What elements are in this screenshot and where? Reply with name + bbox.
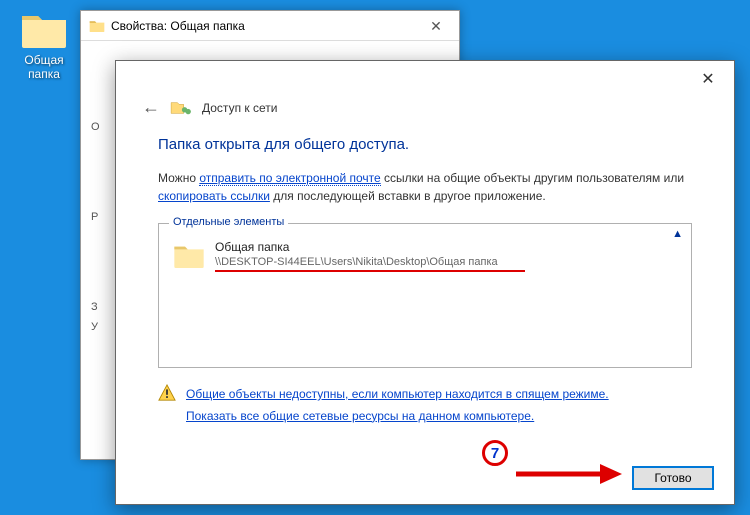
body-text-suffix: для последующей вставки в другое приложе… [270, 189, 546, 203]
warning-icon [158, 384, 176, 402]
items-groupbox: Отдельные элементы ▲ Общая папка \\DESKT… [158, 223, 692, 368]
desktop-folder-icon[interactable]: Общая папка [10, 10, 78, 82]
share-header-title: Доступ к сети [202, 101, 277, 115]
folder-icon [20, 10, 68, 50]
shared-folder-icon [170, 99, 192, 117]
folder-icon [89, 19, 105, 33]
show-all-shares-link[interactable]: Показать все общие сетевые ресурсы на да… [186, 406, 609, 428]
email-link[interactable]: отправить по электронной почте [199, 171, 380, 186]
copy-link[interactable]: скопировать ссылки [158, 189, 270, 203]
properties-close-button[interactable]: ✕ [421, 14, 451, 38]
props-hint-4: У [91, 321, 98, 333]
shared-folder-name: Общая папка [215, 240, 525, 254]
annotation-underline [215, 270, 525, 272]
folder-icon [173, 242, 205, 270]
collapse-toggle-icon[interactable]: ▲ [672, 228, 683, 240]
body-text-mid: ссылки на общие объекты другим пользоват… [381, 171, 684, 185]
done-button[interactable]: Готово [632, 466, 714, 490]
annotation-step-marker: 7 [482, 440, 508, 466]
desktop-folder-label: Общая папка [10, 53, 78, 82]
close-button[interactable]: ✕ [692, 67, 724, 91]
body-text: Можно отправить по электронной почте ссы… [158, 169, 692, 205]
properties-title-text: Свойства: Общая папка [111, 19, 245, 33]
body-text-prefix: Можно [158, 171, 199, 185]
props-hint-3: З [91, 301, 98, 313]
back-arrow-icon[interactable]: ← [142, 97, 160, 118]
shared-folder-entry[interactable]: Общая папка \\DESKTOP-SI44EEL\Users\Niki… [159, 224, 691, 288]
sleep-warning-link[interactable]: Общие объекты недоступны, если компьютер… [186, 384, 609, 406]
main-heading: Папка открыта для общего доступа. [158, 136, 692, 153]
props-hint-2: Р [91, 211, 98, 223]
shared-folder-path: \\DESKTOP-SI44EEL\Users\Nikita\Desktop\О… [215, 256, 525, 268]
annotation-arrow-icon [514, 464, 622, 484]
props-hint-1: О [91, 121, 100, 133]
groupbox-title: Отдельные элементы [169, 216, 288, 228]
properties-titlebar[interactable]: Свойства: Общая папка [81, 11, 459, 41]
network-share-window: ✕ ← Доступ к сети Папка открыта для обще… [115, 60, 735, 505]
share-header: ← Доступ к сети [116, 61, 734, 118]
